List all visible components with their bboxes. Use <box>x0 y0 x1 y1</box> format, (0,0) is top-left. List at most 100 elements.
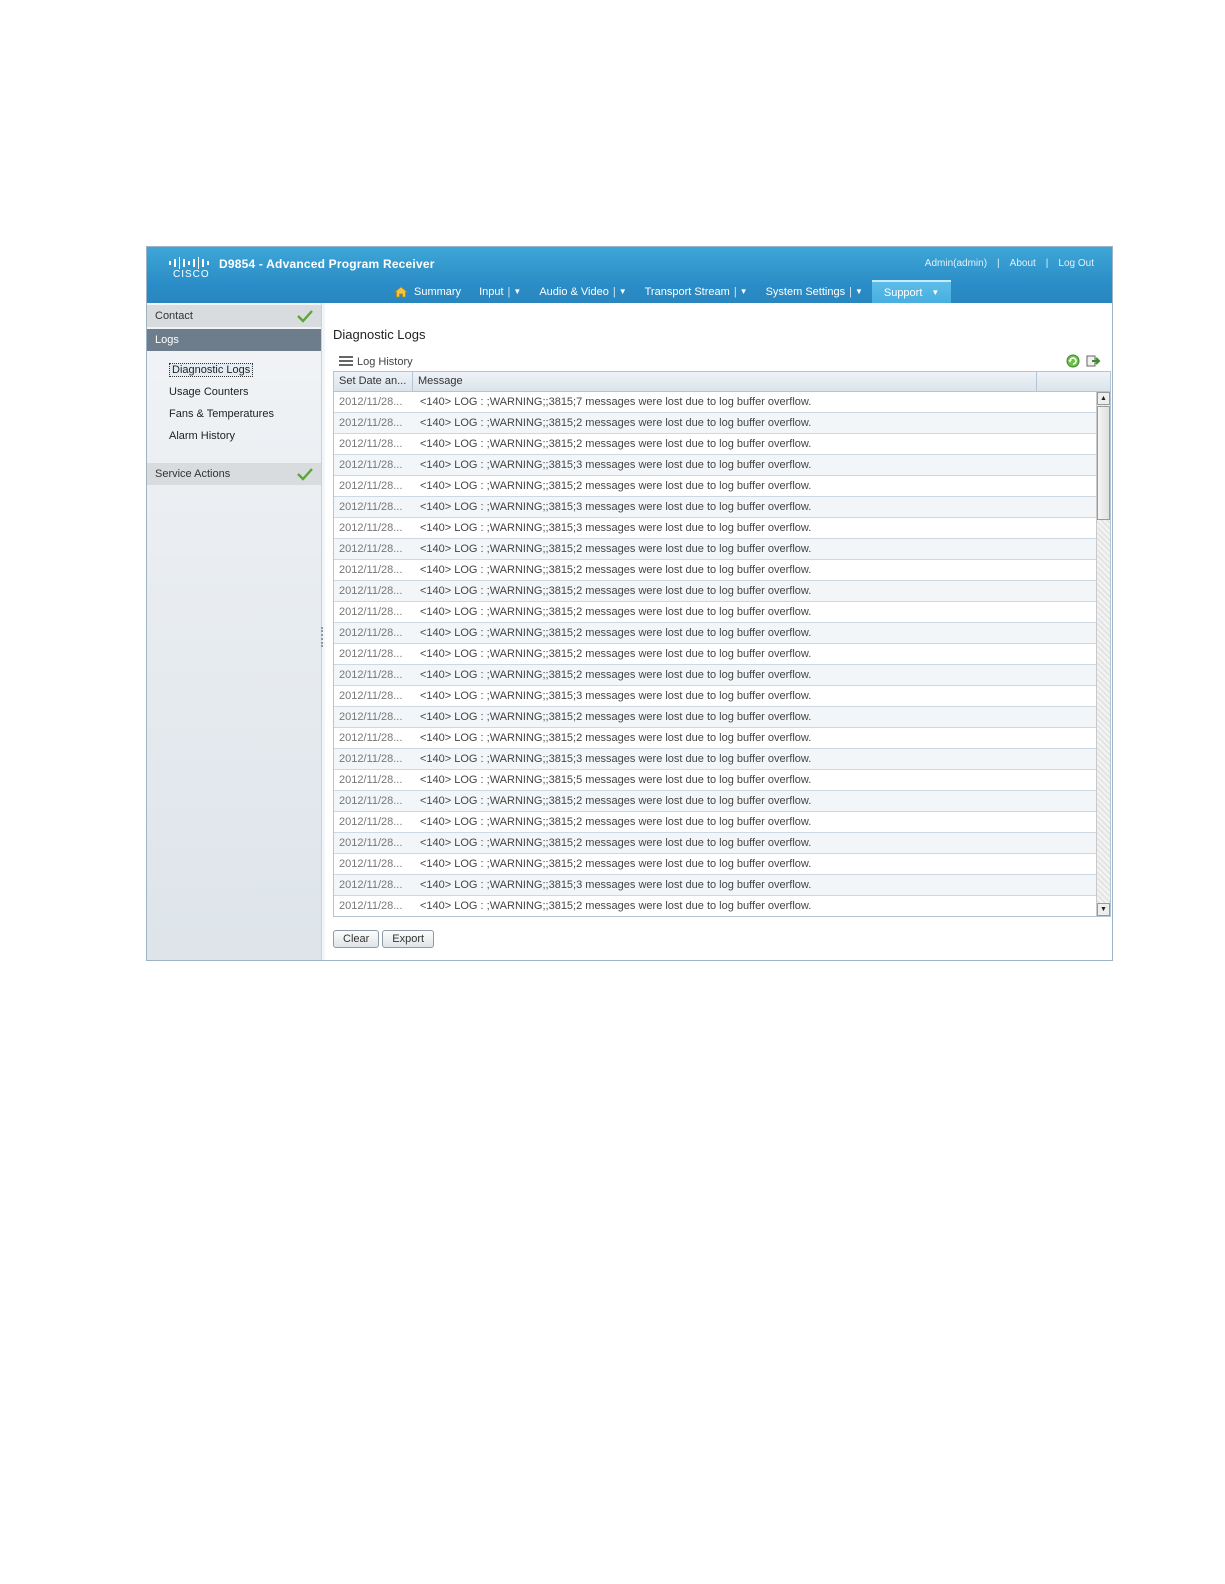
header: CISCO D9854 - Advanced Program Receiver … <box>147 247 1112 303</box>
table-row[interactable]: 2012/11/28... <140> LOG : ;WARNING;;3815;… <box>334 455 1096 476</box>
log-message-cell: <140> LOG : ;WARNING;;3815;2 messages we… <box>420 669 812 681</box>
refresh-icon[interactable] <box>1065 353 1081 369</box>
log-date-cell: 2012/11/28... <box>339 732 403 744</box>
log-message-cell: <140> LOG : ;WARNING;;3815;2 messages we… <box>420 837 812 849</box>
table-row[interactable]: 2012/11/28... <140> LOG : ;WARNING;;3815;… <box>334 434 1096 455</box>
table-row[interactable]: 2012/11/28... <140> LOG : ;WARNING;;3815;… <box>334 812 1096 833</box>
log-message-cell: <140> LOG : ;WARNING;;3815;2 messages we… <box>420 417 812 429</box>
log-message-cell: <140> LOG : ;WARNING;;3815;2 messages we… <box>420 480 812 492</box>
log-date-cell: 2012/11/28... <box>339 564 403 576</box>
menu-icon[interactable] <box>339 356 353 366</box>
table-row[interactable]: 2012/11/28... <140> LOG : ;WARNING;;3815;… <box>334 791 1096 812</box>
column-header-message[interactable]: Message <box>413 372 1037 391</box>
log-message-cell: <140> LOG : ;WARNING;;3815;2 messages we… <box>420 795 812 807</box>
caret-down-icon[interactable]: ▼ <box>855 287 863 296</box>
current-user: Admin(admin) <box>924 258 988 269</box>
sidebar-section-service-actions[interactable]: Service Actions <box>147 463 321 485</box>
nav-transport-stream-label: Transport Stream <box>644 285 730 298</box>
sidebar-section-logs[interactable]: Logs <box>147 329 321 351</box>
table-row[interactable]: 2012/11/28... <140> LOG : ;WARNING;;3815;… <box>334 644 1096 665</box>
sidebar-item-fans-temperatures[interactable]: Fans & Temperatures <box>169 405 321 427</box>
scrollbar-thumb[interactable] <box>1097 406 1110 520</box>
nav-input[interactable]: Input | ▼ <box>470 280 530 303</box>
nav-system-settings[interactable]: System Settings | ▼ <box>757 280 872 303</box>
nav-audio-video-label: Audio & Video <box>539 285 609 298</box>
table-row[interactable]: 2012/11/28... <140> LOG : ;WARNING;;3815;… <box>334 833 1096 854</box>
table-row[interactable]: 2012/11/28... <140> LOG : ;WARNING;;3815;… <box>334 476 1096 497</box>
table-row[interactable]: 2012/11/28... <140> LOG : ;WARNING;;3815;… <box>334 581 1096 602</box>
log-message-cell: <140> LOG : ;WARNING;;3815;2 messages we… <box>420 564 812 576</box>
log-date-cell: 2012/11/28... <box>339 795 403 807</box>
nav-support-label: Support <box>883 286 923 299</box>
log-message-cell: <140> LOG : ;WARNING;;3815;2 messages we… <box>420 732 812 744</box>
home-icon <box>394 285 408 297</box>
log-date-cell: 2012/11/28... <box>339 606 403 618</box>
sidebar-section-contact[interactable]: Contact <box>147 305 321 327</box>
table-row[interactable]: 2012/11/28... <140> LOG : ;WARNING;;3815;… <box>334 728 1096 749</box>
panel-splitter-handle[interactable] <box>321 627 324 647</box>
table-row[interactable]: 2012/11/28... <140> LOG : ;WARNING;;3815;… <box>334 518 1096 539</box>
about-link[interactable]: About <box>1010 258 1036 269</box>
log-date-cell: 2012/11/28... <box>339 480 403 492</box>
logo-text: CISCO <box>173 269 210 280</box>
table-row[interactable]: 2012/11/28... <140> LOG : ;WARNING;;3815;… <box>334 497 1096 518</box>
table-row[interactable]: 2012/11/28... <140> LOG : ;WARNING;;3815;… <box>334 875 1096 896</box>
sidebar-item-diagnostic-logs[interactable]: Diagnostic Logs <box>169 361 321 383</box>
export-icon[interactable] <box>1085 353 1101 369</box>
main-content: Diagnostic Logs Log History Set Date an.… <box>325 303 1112 960</box>
table-row[interactable]: 2012/11/28... <140> LOG : ;WARNING;;3815;… <box>334 665 1096 686</box>
log-message-cell: <140> LOG : ;WARNING;;3815;5 messages we… <box>420 774 812 786</box>
table-body: 2012/11/28... <140> LOG : ;WARNING;;3815;… <box>334 392 1096 916</box>
scroll-down-icon[interactable]: ▼ <box>1097 903 1110 916</box>
log-date-cell: 2012/11/28... <box>339 585 403 597</box>
logout-link[interactable]: Log Out <box>1058 258 1094 269</box>
table-row[interactable]: 2012/11/28... <140> LOG : ;WARNING;;3815;… <box>334 896 1096 916</box>
log-date-cell: 2012/11/28... <box>339 879 403 891</box>
log-date-cell: 2012/11/28... <box>339 669 403 681</box>
log-message-cell: <140> LOG : ;WARNING;;3815;3 messages we… <box>420 459 812 471</box>
table-row[interactable]: 2012/11/28... <140> LOG : ;WARNING;;3815;… <box>334 749 1096 770</box>
sidebar-item-usage-counters[interactable]: Usage Counters <box>169 383 321 405</box>
log-date-cell: 2012/11/28... <box>339 690 403 702</box>
table-row[interactable]: 2012/11/28... <140> LOG : ;WARNING;;3815;… <box>334 560 1096 581</box>
log-table: Set Date an... Message 2012/11/28... <140… <box>333 371 1111 917</box>
nav-support[interactable]: Support ▼ <box>871 280 952 303</box>
log-message-cell: <140> LOG : ;WARNING;;3815;2 messages we… <box>420 585 812 597</box>
log-date-cell: 2012/11/28... <box>339 522 403 534</box>
scroll-up-icon[interactable]: ▲ <box>1097 392 1110 405</box>
column-header-date[interactable]: Set Date an... <box>334 372 413 391</box>
export-button[interactable]: Export <box>382 930 435 948</box>
caret-down-icon[interactable]: ▼ <box>619 287 627 296</box>
table-row[interactable]: 2012/11/28... <140> LOG : ;WARNING;;3815;… <box>334 707 1096 728</box>
table-row[interactable]: 2012/11/28... <140> LOG : ;WARNING;;3815;… <box>334 539 1096 560</box>
log-date-cell: 2012/11/28... <box>339 837 403 849</box>
nav-transport-stream[interactable]: Transport Stream | ▼ <box>636 280 757 303</box>
table-row[interactable]: 2012/11/28... <140> LOG : ;WARNING;;3815;… <box>334 770 1096 791</box>
table-row[interactable]: 2012/11/28... <140> LOG : ;WARNING;;3815;… <box>334 413 1096 434</box>
table-row[interactable]: 2012/11/28... <140> LOG : ;WARNING;;3815;… <box>334 686 1096 707</box>
log-date-cell: 2012/11/28... <box>339 501 403 513</box>
log-message-cell: <140> LOG : ;WARNING;;3815;3 messages we… <box>420 753 812 765</box>
caret-down-icon[interactable]: ▼ <box>740 287 748 296</box>
caret-down-icon[interactable]: ▼ <box>513 287 521 296</box>
vertical-scrollbar[interactable]: ▲ ▼ <box>1096 392 1110 916</box>
log-date-cell: 2012/11/28... <box>339 627 403 639</box>
clear-button[interactable]: Clear <box>333 930 380 948</box>
table-row[interactable]: 2012/11/28... <140> LOG : ;WARNING;;3815;… <box>334 602 1096 623</box>
log-message-cell: <140> LOG : ;WARNING;;3815;2 messages we… <box>420 543 812 555</box>
log-message-cell: <140> LOG : ;WARNING;;3815;2 messages we… <box>420 858 812 870</box>
table-row[interactable]: 2012/11/28... <140> LOG : ;WARNING;;3815;… <box>334 392 1096 413</box>
caret-down-icon[interactable]: ▼ <box>931 288 939 297</box>
log-date-cell: 2012/11/28... <box>339 417 403 429</box>
nav-system-settings-label: System Settings <box>765 285 846 298</box>
nav-audio-video[interactable]: Audio & Video | ▼ <box>530 280 635 303</box>
log-message-cell: <140> LOG : ;WARNING;;3815;2 messages we… <box>420 627 812 639</box>
nav-summary[interactable]: Summary <box>385 280 470 303</box>
table-row[interactable]: 2012/11/28... <140> LOG : ;WARNING;;3815;… <box>334 854 1096 875</box>
sidebar-item-alarm-history[interactable]: Alarm History <box>169 427 321 449</box>
log-message-cell: <140> LOG : ;WARNING;;3815;3 messages we… <box>420 522 812 534</box>
link-separator: | <box>1045 258 1049 269</box>
table-row[interactable]: 2012/11/28... <140> LOG : ;WARNING;;3815;… <box>334 623 1096 644</box>
log-date-cell: 2012/11/28... <box>339 459 403 471</box>
log-date-cell: 2012/11/28... <box>339 774 403 786</box>
